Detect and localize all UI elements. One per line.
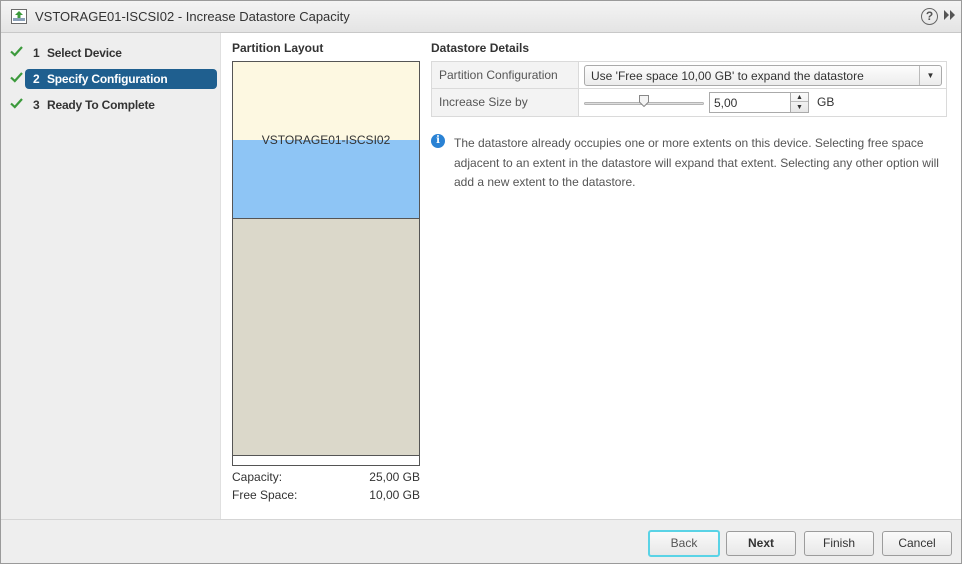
remaining-segment: [233, 456, 419, 465]
wizard-footer: Back Next Finish Cancel: [1, 519, 961, 563]
step-label: Ready To Complete: [47, 98, 155, 112]
step-number: 1: [33, 46, 40, 60]
stepper-up-icon[interactable]: ▲: [791, 93, 808, 102]
increase-size-row: Increase Size by 5,00 ▲ ▼ GB: [432, 89, 946, 116]
slider-thumb[interactable]: [639, 95, 649, 107]
step-label: Specify Configuration: [47, 72, 168, 86]
increase-size-input[interactable]: 5,00: [709, 92, 791, 113]
datastore-details-title: Datastore Details: [431, 41, 530, 55]
info-message: The datastore already occupies one or mo…: [454, 136, 939, 189]
dialog-window: VSTORAGE01-ISCSI02 - Increase Datastore …: [0, 0, 962, 564]
capacity-value: 25,00 GB: [369, 470, 420, 484]
title-bar: VSTORAGE01-ISCSI02 - Increase Datastore …: [1, 1, 961, 33]
partition-label: VSTORAGE01-ISCSI02: [261, 133, 391, 147]
datastore-grow-icon: [11, 9, 27, 24]
datastore-extent-segment: [233, 140, 419, 219]
partition-layout-title: Partition Layout: [232, 41, 324, 55]
wizard-steps-nav: 1 Select Device 2 Specify Configuration …: [1, 33, 221, 519]
partition-layout-diagram: VSTORAGE01-ISCSI02: [232, 61, 420, 466]
step-specify-configuration[interactable]: 2 Specify Configuration: [1, 69, 221, 89]
size-unit: GB: [817, 95, 835, 109]
partition-config-select[interactable]: Use 'Free space 10,00 GB' to expand the …: [584, 65, 942, 86]
step-label: Select Device: [47, 46, 122, 60]
dialog-title: VSTORAGE01-ISCSI02 - Increase Datastore …: [35, 9, 350, 24]
free-space-label: Free Space:: [232, 488, 298, 502]
step-number: 2: [33, 72, 40, 86]
increase-size-label: Increase Size by: [432, 89, 579, 116]
free-space-value: 10,00 GB: [369, 488, 420, 502]
next-button[interactable]: Next: [726, 531, 796, 556]
stepper-down-icon[interactable]: ▼: [791, 103, 808, 112]
back-button[interactable]: Back: [648, 530, 720, 557]
datastore-details-table: Partition Configuration Use 'Free space …: [431, 61, 947, 117]
partition-config-row: Partition Configuration Use 'Free space …: [432, 62, 946, 89]
popout-icon[interactable]: [943, 9, 957, 23]
capacity-label: Capacity:: [232, 470, 283, 484]
free-space-segment: [233, 62, 419, 140]
step-ready-to-complete[interactable]: 3 Ready To Complete: [1, 95, 221, 115]
chevron-down-icon[interactable]: ▼: [919, 66, 941, 85]
cancel-button[interactable]: Cancel: [882, 531, 952, 556]
finish-button[interactable]: Finish: [804, 531, 874, 556]
partition-config-label: Partition Configuration: [432, 62, 579, 88]
active-step-highlight: 2 Specify Configuration: [25, 69, 217, 89]
check-icon: [10, 98, 23, 109]
step-number: 3: [33, 98, 40, 112]
check-icon: [10, 46, 23, 57]
other-partition-segment: [233, 219, 419, 456]
partition-config-value: Use 'Free space 10,00 GB' to expand the …: [591, 69, 864, 83]
increase-size-stepper[interactable]: ▲ ▼: [790, 92, 809, 113]
info-icon: i: [431, 134, 445, 148]
help-icon[interactable]: ?: [921, 8, 938, 25]
check-icon: [10, 72, 23, 83]
step-select-device[interactable]: 1 Select Device: [1, 43, 221, 63]
wizard-content: Partition Layout VSTORAGE01-ISCSI02 Capa…: [222, 33, 961, 519]
